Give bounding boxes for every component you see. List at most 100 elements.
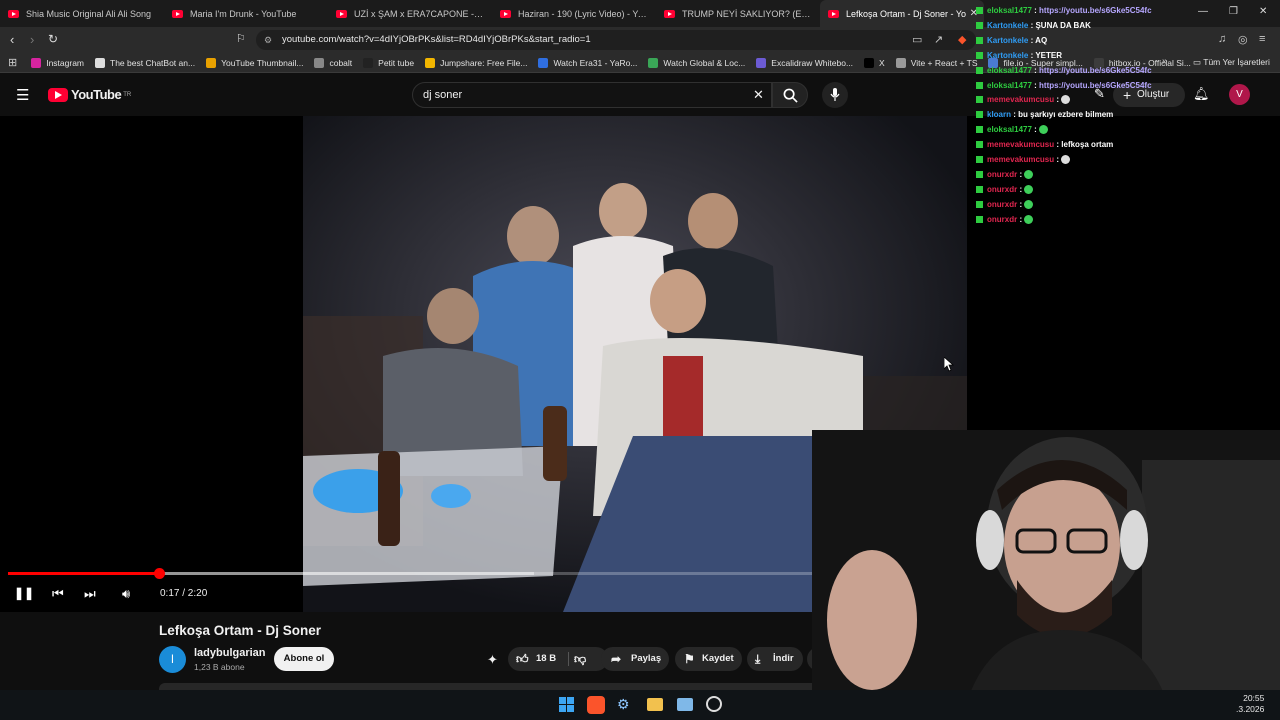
windows-start-icon[interactable] xyxy=(559,697,574,712)
chat-username: onurxdr xyxy=(987,169,1018,179)
bookmark-item[interactable]: Jumpshare: Free File... xyxy=(425,57,528,68)
share-label: Paylaş xyxy=(631,653,662,664)
bookmark-item[interactable]: Excalidraw Whitebo... xyxy=(756,57,853,68)
like-icon[interactable]: 👍︎ xyxy=(516,647,529,671)
previous-icon[interactable]: ⏮︎ xyxy=(52,586,64,602)
site-info-icon[interactable]: ⚙ xyxy=(264,30,272,50)
like-count[interactable]: 18 B xyxy=(536,647,556,671)
webcam-image xyxy=(812,430,1280,720)
close-window-icon[interactable]: ✕ xyxy=(1259,6,1267,17)
bookmark-label: Instagram xyxy=(46,57,85,68)
bookmark-item[interactable]: Watch Era31 - YaRo... xyxy=(538,57,637,68)
youtube-favicon-icon xyxy=(500,9,511,18)
chat-text: AQ xyxy=(1035,35,1048,45)
youtube-play-logo-icon xyxy=(48,87,68,102)
clock-time: 20:55 xyxy=(1243,693,1265,703)
vpn-icon[interactable]: ◎ xyxy=(1238,33,1248,46)
bookmark-item[interactable]: The best ChatBot an... xyxy=(95,57,195,68)
hype-icon[interactable]: ✦ xyxy=(487,652,498,668)
minimize-icon[interactable]: — xyxy=(1198,6,1208,17)
chat-link[interactable]: https://youtu.be/s6Gke5C54fc xyxy=(1039,81,1151,90)
account-avatar[interactable]: V xyxy=(1229,84,1250,105)
dislike-icon[interactable]: 👎︎ xyxy=(574,647,586,671)
bookmark-item[interactable]: Instagram xyxy=(31,57,85,68)
file-explorer-icon[interactable] xyxy=(647,698,663,711)
share-button[interactable]: ➦ Paylaş xyxy=(601,647,669,671)
browser-tab-1[interactable]: Maria I'm Drunk - YouTube xyxy=(164,0,328,27)
browser-tab-4[interactable]: TRUMP NEYİ SAKLIYOR? (Epstein) - Y xyxy=(656,0,820,27)
bookmark-item[interactable]: Petit tube xyxy=(363,57,414,68)
save-button[interactable]: ⚑ Kaydet xyxy=(675,647,742,671)
cast-icon[interactable]: ▭ xyxy=(912,33,922,46)
browser-tab-3[interactable]: Haziran - 190 (Lyric Video) - YouTube xyxy=(492,0,656,27)
clear-search-icon[interactable]: ✕ xyxy=(753,87,764,103)
chat-username: memevakumcusu xyxy=(987,140,1055,150)
share-icon[interactable]: ↗ xyxy=(934,33,943,46)
description-box[interactable] xyxy=(159,683,839,690)
chat-message: onurxdr : xyxy=(976,184,1034,194)
windows-taskbar: ⚙ 20:55 .3.2026 xyxy=(0,690,1280,720)
chat-emote-icon xyxy=(1024,214,1034,224)
microphone-icon xyxy=(830,88,840,101)
bookmark-label: Watch Global & Loc... xyxy=(663,57,746,68)
search-input[interactable]: dj soner ✕ xyxy=(412,82,772,108)
reload-icon[interactable]: ↻ xyxy=(48,32,58,46)
chat-link[interactable]: https://youtu.be/s6Gke5C54fc xyxy=(1039,66,1151,75)
system-clock[interactable]: 20:55 .3.2026 xyxy=(1236,693,1264,715)
more-bookmarks-icon[interactable]: » xyxy=(1162,56,1168,67)
address-toolbar: ‹ › ↻ ⚐ ⚙ youtube.com/watch?v=4dIYjOBrPK… xyxy=(0,27,1280,53)
save-label: Kaydet xyxy=(702,653,734,664)
brave-browser-icon[interactable] xyxy=(587,696,605,714)
channel-avatar[interactable]: l xyxy=(159,646,186,673)
voice-search-button[interactable] xyxy=(822,82,848,108)
bookmark-favicon-icon xyxy=(864,57,875,68)
chat-emote-icon xyxy=(1039,125,1049,135)
hamburger-menu-icon[interactable]: ☰ xyxy=(16,86,29,104)
photos-icon[interactable] xyxy=(677,698,693,711)
bookmark-item[interactable]: cobalt xyxy=(314,57,352,68)
chat-message: eloksal1477 : https://youtu.be/s6Gke5C54… xyxy=(976,66,1152,75)
bookmark-item[interactable]: YouTube Thumbnail... xyxy=(206,57,303,68)
menu-icon[interactable]: ≡ xyxy=(1259,33,1265,45)
search-button[interactable] xyxy=(772,82,808,108)
browser-tab-2[interactable]: UZİ x ŞAM x ERA7CAPONE - HASTAN xyxy=(328,0,492,27)
browser-tab-0[interactable]: Shia Music Original Ali Ali Song xyxy=(0,0,164,27)
tab-title: UZİ x ŞAM x ERA7CAPONE - HASTAN xyxy=(354,8,484,19)
maximize-icon[interactable]: ❐ xyxy=(1229,6,1238,17)
pause-icon[interactable]: ❚❚ xyxy=(14,586,34,600)
url-field[interactable]: ⚙ youtube.com/watch?v=4dIYjOBrPKs&list=R… xyxy=(256,30,976,50)
download-button[interactable]: ⤓ İndir xyxy=(747,647,803,671)
all-bookmarks-folder[interactable]: ▭ Tüm Yer İşaretleri xyxy=(1193,57,1270,68)
bookmark-page-icon[interactable]: ⚐ xyxy=(236,32,246,45)
obs-icon[interactable] xyxy=(706,696,722,712)
browser-tab-5[interactable]: Lefkoşa Ortam - Dj Soner - Yo ✕ xyxy=(820,0,984,27)
platform-badge-icon xyxy=(976,170,983,178)
back-icon[interactable]: ‹ xyxy=(10,32,14,47)
media-icon[interactable]: ♫ xyxy=(1218,33,1226,45)
chat-emote-icon xyxy=(1024,199,1034,209)
next-icon[interactable]: ⏭︎ xyxy=(84,586,96,602)
tab-title: Lefkoşa Ortam - Dj Soner - Yo xyxy=(846,8,967,19)
platform-badge-icon xyxy=(976,51,983,59)
chat-link[interactable]: https://youtu.be/s6Gke5C54fc xyxy=(1039,6,1151,15)
chat-text: lefkoşa ortam xyxy=(1061,140,1114,150)
youtube-logo-text: YouTube xyxy=(71,87,122,102)
channel-name[interactable]: ladybulgarian xyxy=(194,647,266,659)
youtube-favicon-icon xyxy=(172,9,183,18)
forward-icon[interactable]: › xyxy=(30,32,34,47)
apps-grid-icon[interactable]: ⊞ xyxy=(8,56,17,69)
scrubber-handle[interactable] xyxy=(154,568,166,579)
brave-shield-icon[interactable]: ◆ xyxy=(958,33,966,46)
bookmark-favicon-icon xyxy=(756,57,767,68)
subscribe-button[interactable]: Abone ol xyxy=(274,647,334,671)
chat-username: onurxdr xyxy=(987,199,1018,209)
volume-icon[interactable]: 🔊︎ xyxy=(122,586,130,602)
bookmark-label: Jumpshare: Free File... xyxy=(440,57,528,68)
bookmark-item[interactable]: Vite + React + TS xyxy=(895,57,977,68)
steam-icon[interactable]: ⚙ xyxy=(617,696,630,713)
platform-badge-icon xyxy=(976,7,983,14)
bookmark-item[interactable]: X xyxy=(864,57,885,68)
bookmark-item[interactable]: Watch Global & Loc... xyxy=(648,57,746,68)
notifications-bell-icon[interactable]: 🔔︎ xyxy=(1193,86,1210,102)
youtube-logo[interactable]: YouTube TR xyxy=(48,87,131,102)
